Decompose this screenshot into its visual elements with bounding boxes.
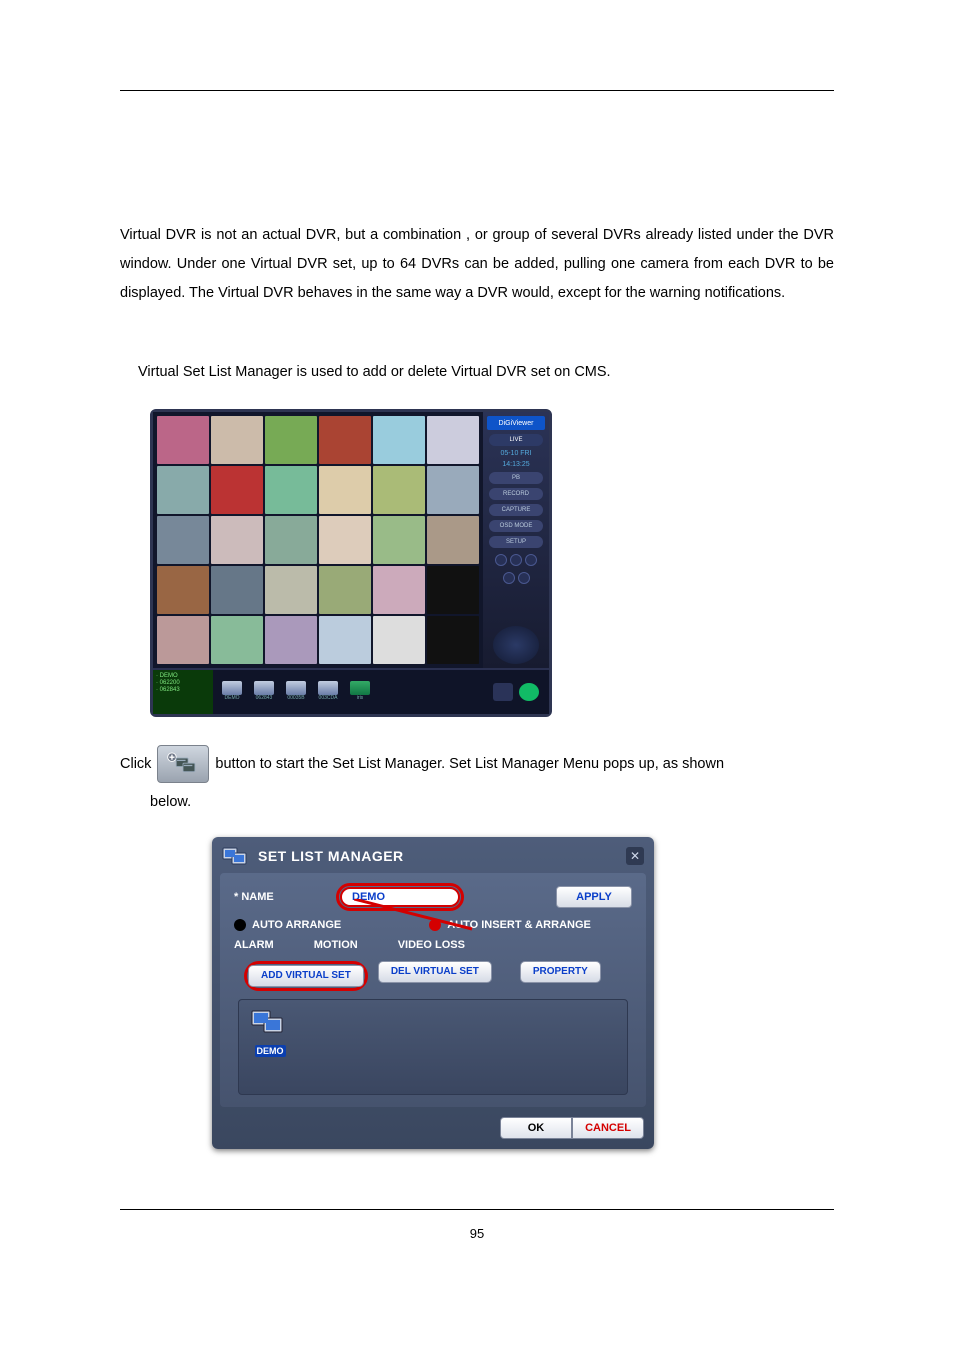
- property-button[interactable]: PROPERTY: [520, 961, 601, 983]
- motion-label: MOTION: [314, 939, 358, 951]
- virtual-set-item-label: DEMO: [255, 1045, 286, 1057]
- dvr-osd-button[interactable]: OSD MODE: [489, 520, 543, 532]
- dvr-time: 14:13:25: [502, 461, 529, 468]
- vslm-paragraph: Virtual Set List Manager is used to add …: [120, 358, 834, 387]
- dvr-nav-circle[interactable]: [495, 554, 507, 566]
- dvr-camera-grid: [153, 412, 483, 668]
- apply-button[interactable]: APPLY: [556, 886, 632, 908]
- dvr-ptz-control[interactable]: [493, 626, 539, 664]
- click-text-pre: Click: [120, 751, 151, 779]
- dvr-live-badge: LIVE: [489, 434, 543, 446]
- click-text-below: below.: [150, 789, 834, 817]
- ok-button[interactable]: OK: [500, 1117, 572, 1139]
- dvr-thumb[interactable]: DEMO: [219, 681, 245, 703]
- set-list-manager-dialog: SET LIST MANAGER ✕ * NAME DEMO APPLY AUT…: [212, 837, 654, 1149]
- video-loss-label: VIDEO LOSS: [398, 939, 465, 951]
- close-icon[interactable]: ✕: [626, 847, 644, 865]
- del-virtual-set-button[interactable]: DEL VIRTUAL SET: [378, 961, 492, 983]
- cancel-button[interactable]: CANCEL: [572, 1117, 644, 1139]
- radio-icon[interactable]: [429, 919, 441, 931]
- dvr-thumb[interactable]: 062843: [251, 681, 277, 703]
- add-virtual-set-button[interactable]: ADD VIRTUAL SET: [248, 965, 364, 987]
- name-label: * NAME: [234, 891, 330, 903]
- monitors-icon: [222, 845, 250, 867]
- intro-paragraph: Virtual DVR is not an actual DVR, but a …: [120, 221, 834, 308]
- dvr-device-list[interactable]: · DEMO· 062200· 062843: [153, 670, 213, 714]
- dvr-capture-button[interactable]: CAPTURE: [489, 504, 543, 516]
- dialog-title: SET LIST MANAGER: [258, 848, 404, 864]
- alarm-label: ALARM: [234, 939, 274, 951]
- virtual-set-item[interactable]: DEMO: [247, 1008, 293, 1059]
- dvr-layout-button[interactable]: [493, 683, 513, 701]
- dvr-setup-button[interactable]: SETUP: [489, 536, 543, 548]
- dvr-thumb[interactable]: 00035B: [283, 681, 309, 703]
- set-list-manager-icon[interactable]: [157, 745, 209, 783]
- add-highlight: ADD VIRTUAL SET: [244, 961, 368, 991]
- click-text-post: button to start the Set List Manager. Se…: [215, 751, 834, 779]
- dvr-nav-circle[interactable]: [518, 572, 530, 584]
- page-number: 95: [120, 1226, 834, 1241]
- virtual-set-tray: DEMO: [238, 999, 628, 1095]
- dvr-nav-circle[interactable]: [510, 554, 522, 566]
- dvr-logo: DiGiViewer: [487, 416, 545, 430]
- dvr-record-button[interactable]: RECORD: [489, 488, 543, 500]
- radio-icon[interactable]: [234, 919, 246, 931]
- dvr-side-panel: DiGiViewer LIVE 05-10 FRI 14:13:25 PB RE…: [483, 412, 549, 668]
- top-rule: [120, 90, 834, 91]
- auto-insert-label: AUTO INSERT & ARRANGE: [447, 919, 591, 931]
- dvr-pb-button[interactable]: PB: [489, 472, 543, 484]
- dvr-power-button[interactable]: [519, 683, 539, 701]
- dvr-nav-circle[interactable]: [525, 554, 537, 566]
- bottom-rule: [120, 1209, 834, 1210]
- dvr-multiview-figure: DiGiViewer LIVE 05-10 FRI 14:13:25 PB RE…: [150, 409, 834, 717]
- name-highlight: DEMO: [336, 883, 464, 911]
- dvr-thumb-strip: DEMO 062843 00035B 003CDA iris: [213, 670, 483, 714]
- name-input[interactable]: DEMO: [340, 887, 460, 907]
- dvr-thumb[interactable]: iris: [347, 681, 373, 703]
- auto-arrange-label: AUTO ARRANGE: [252, 919, 341, 931]
- monitors-icon: [250, 1008, 290, 1036]
- dvr-date: 05-10 FRI: [500, 450, 531, 457]
- dvr-thumb[interactable]: 003CDA: [315, 681, 341, 703]
- dvr-nav-circle[interactable]: [503, 572, 515, 584]
